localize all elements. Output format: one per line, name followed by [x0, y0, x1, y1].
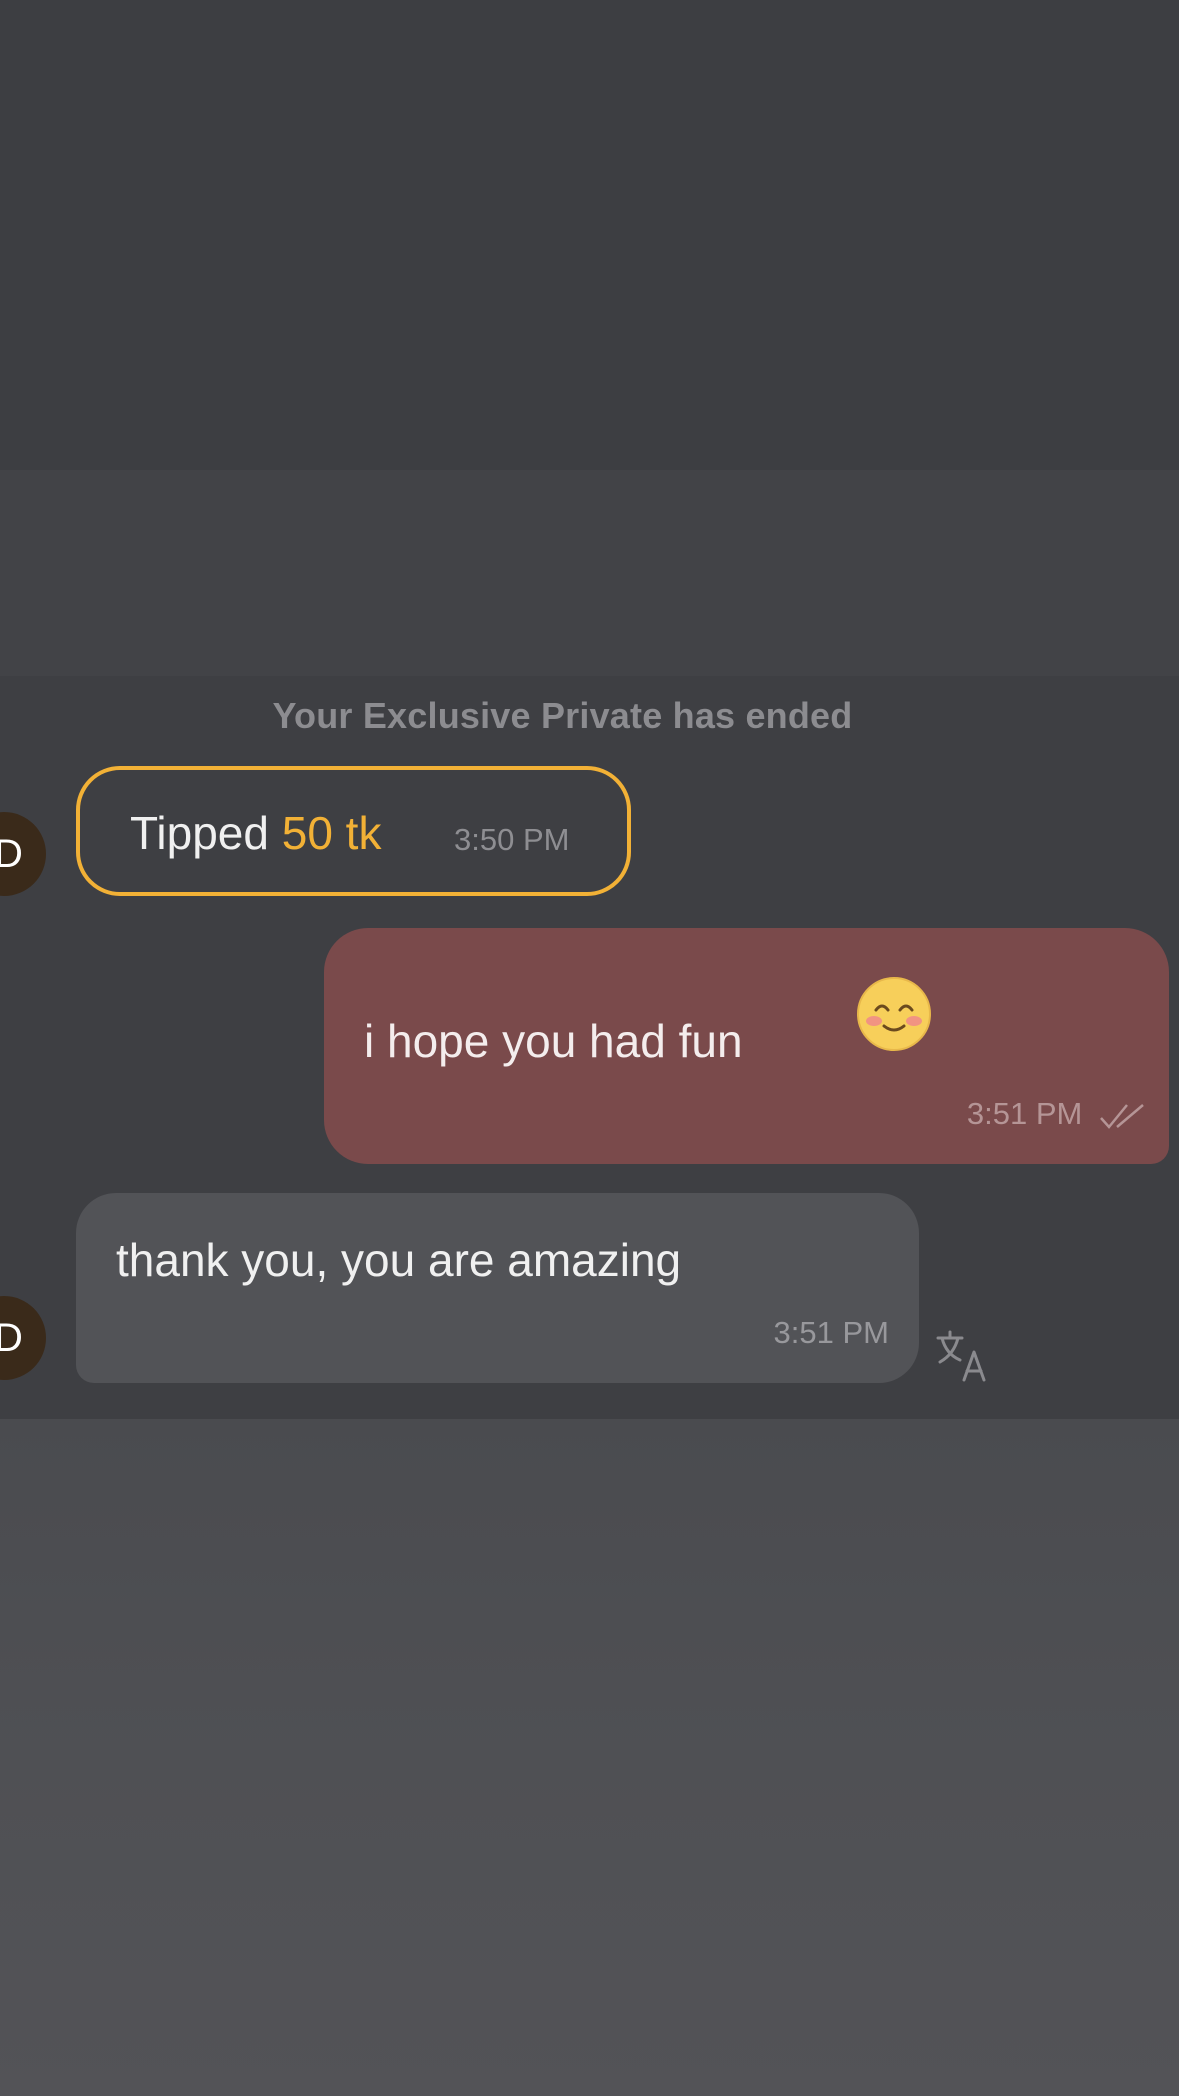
sent-message-text: i hope you had fun	[364, 1015, 743, 1067]
sent-message-bubble[interactable]: i hope you had fun 3:51 PM	[324, 928, 1169, 1164]
received-message-timestamp: 3:51 PM	[773, 1315, 889, 1350]
avatar-letter: D	[0, 1316, 23, 1360]
smiling-face-with-blush-emoji-icon	[857, 977, 931, 1051]
tip-text: Tipped 50 tk	[130, 806, 381, 860]
received-message-text: thank you, you are amazing	[116, 1234, 682, 1286]
system-notice: Your Exclusive Private has ended	[272, 695, 853, 736]
received-message-bubble[interactable]: thank you, you are amazing 3:51 PM	[76, 1193, 919, 1383]
tip-label: Tipped	[130, 807, 269, 859]
tip-message: Tipped 50 tk 3:50 PM	[76, 766, 631, 896]
background-bottom	[0, 1419, 1179, 2096]
avatar-letter: D	[0, 832, 23, 876]
sent-message-meta: 3:51 PM	[967, 1096, 1147, 1132]
sent-message-timestamp: 3:51 PM	[966, 1096, 1083, 1131]
translate-icon[interactable]	[934, 1326, 992, 1384]
background-top	[0, 0, 1179, 470]
tip-amount: 50 tk	[281, 807, 382, 859]
tip-timestamp: 3:50 PM	[454, 822, 570, 857]
background-band	[0, 470, 1179, 676]
double-check-icon	[1100, 1103, 1144, 1129]
